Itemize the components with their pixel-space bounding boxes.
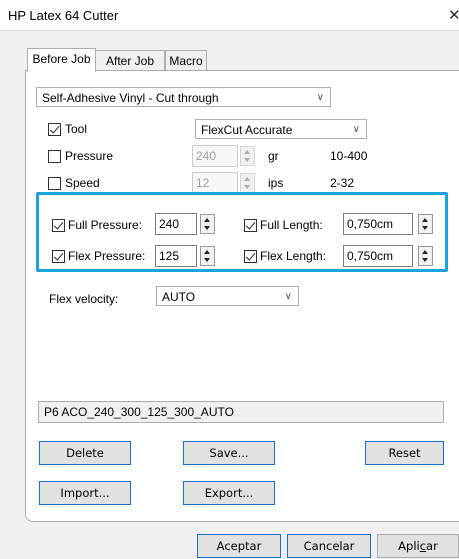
tab-macro-label: Macro [169,54,203,68]
window-title: HP Latex 64 Cutter [8,8,119,23]
full-length-checkbox[interactable] [244,219,257,232]
flex-velocity-dropdown[interactable]: AUTO ∨ [156,286,299,306]
export-button[interactable]: Export... [183,481,275,505]
tab-before-job[interactable]: Before Job [27,48,96,72]
reset-button[interactable]: Reset [365,441,444,465]
flex-pressure-stepper[interactable] [200,246,215,266]
pressure-checkbox[interactable] [48,150,61,163]
apply-button[interactable]: Aplicar [377,534,459,558]
tool-label: Tool [65,122,88,136]
speed-stepper[interactable] [240,173,255,193]
full-length-stepper[interactable] [418,214,433,234]
flex-length-label: Flex Length: [260,249,327,263]
flex-velocity-value: AUTO [162,290,196,304]
flex-pressure-checkbox[interactable] [52,250,65,263]
full-length-label: Full Length: [260,218,323,232]
stepper-down-icon [244,185,250,189]
flex-length-checkbox[interactable] [244,250,257,263]
media-preset-dropdown[interactable]: Self-Adhesive Vinyl - Cut through ∨ [36,87,331,107]
accept-button[interactable]: Aceptar [197,534,281,558]
full-pressure-value: 240 [159,217,180,231]
full-length-value: 0,750cm [347,217,394,231]
pressure-value: 240 [196,149,217,163]
stepper-up-icon [244,177,250,181]
chevron-down-icon: ∨ [316,92,324,103]
flex-length-input[interactable]: 0,750cm [343,245,413,267]
pressure-range: 10-400 [330,149,368,163]
cancel-button[interactable]: Cancelar [287,534,371,558]
stepper-down-icon [204,258,210,262]
save-button[interactable]: Save... [183,441,275,465]
flex-length-value: 0,750cm [347,249,394,263]
title-bar: HP Latex 64 Cutter ✕ [0,0,459,31]
delete-button[interactable]: Delete [39,441,131,465]
flex-pressure-value: 125 [159,249,180,263]
full-pressure-label: Full Pressure: [68,218,143,232]
pressure-unit: gr [268,149,279,163]
apply-label-suffix: ar [426,539,438,553]
cutter-dialog: HP Latex 64 Cutter ✕ Before Job After Jo… [0,0,459,559]
speed-input[interactable]: 12 [192,172,238,194]
tool-checkbox[interactable] [48,123,61,136]
flex-pressure-input[interactable]: 125 [155,245,197,267]
stepper-down-icon [204,226,210,230]
apply-label-prefix: Apli [398,539,420,553]
tab-macro[interactable]: Macro [165,50,207,71]
pressure-stepper[interactable] [240,146,255,166]
stepper-up-icon [244,150,250,154]
import-button[interactable]: Import... [39,481,131,505]
tab-after-job-label: After Job [105,54,155,68]
full-pressure-stepper[interactable] [200,214,215,234]
preset-name-field[interactable]: P6 ACO_240_300_125_300_AUTO [38,401,444,423]
speed-unit: ips [268,176,284,190]
stepper-down-icon [422,258,428,262]
tool-dropdown[interactable]: FlexCut Accurate ∨ [195,119,367,139]
flex-length-stepper[interactable] [418,246,433,266]
stepper-up-icon [422,250,428,254]
close-icon[interactable]: ✕ [448,6,459,24]
speed-range: 2-32 [330,176,355,190]
stepper-down-icon [244,158,250,162]
speed-value: 12 [196,176,210,190]
full-pressure-input[interactable]: 240 [155,213,197,235]
tool-value: FlexCut Accurate [201,123,293,137]
tab-after-job[interactable]: After Job [95,50,165,71]
stepper-down-icon [422,226,428,230]
preset-name-value: P6 ACO_240_300_125_300_AUTO [44,405,234,419]
speed-checkbox[interactable] [48,177,61,190]
stepper-up-icon [422,218,428,222]
flex-pressure-label: Flex Pressure: [68,249,146,263]
pressure-input[interactable]: 240 [192,145,238,167]
full-pressure-checkbox[interactable] [52,219,65,232]
full-length-input[interactable]: 0,750cm [343,213,413,235]
chevron-down-icon: ∨ [352,124,360,135]
tab-before-job-label: Before Job [32,52,91,66]
pressure-label: Pressure [65,149,114,163]
speed-label: Speed [65,176,100,190]
media-preset-value: Self-Adhesive Vinyl - Cut through [42,91,219,105]
stepper-up-icon [204,218,210,222]
chevron-down-icon: ∨ [284,291,292,302]
stepper-up-icon [204,250,210,254]
flex-velocity-label: Flex velocity: [49,292,119,306]
